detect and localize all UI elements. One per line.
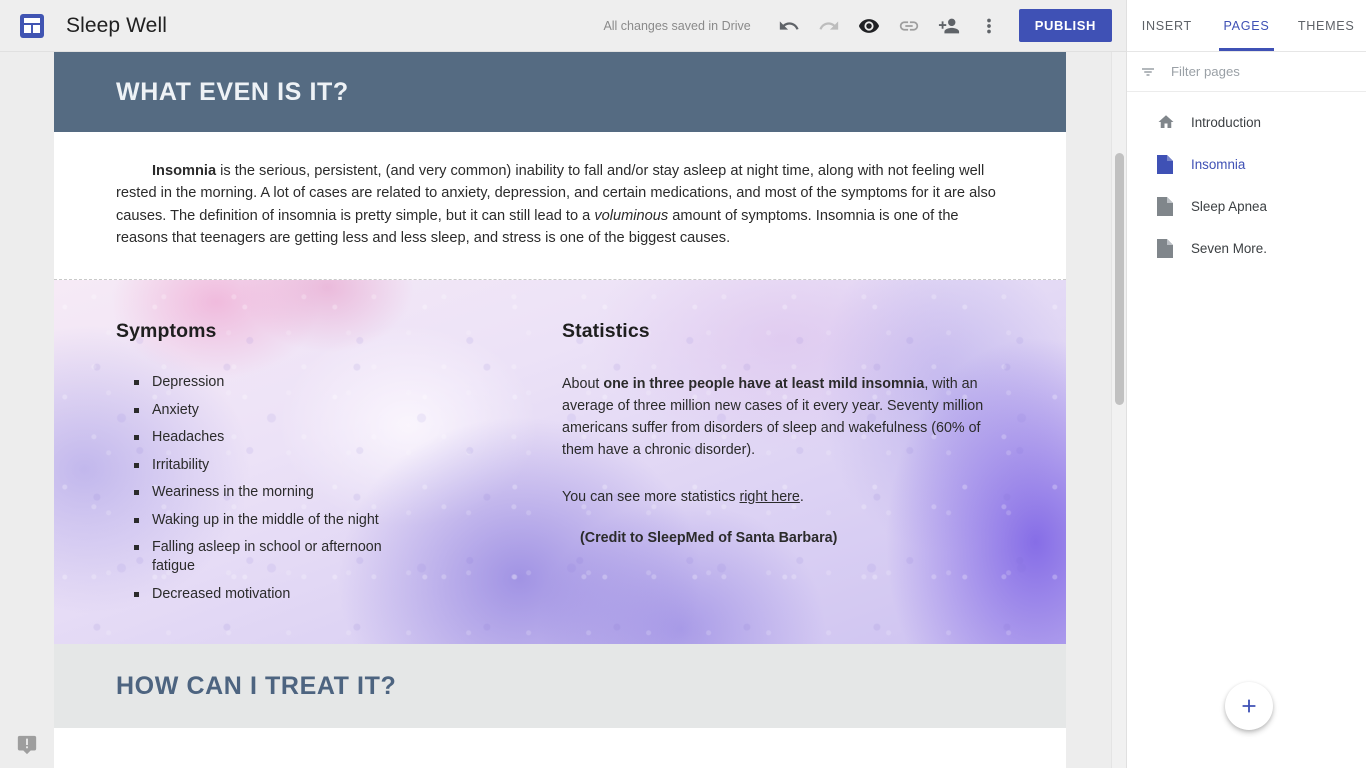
more-vert-icon bbox=[986, 18, 991, 33]
tab-insert[interactable]: INSERT bbox=[1127, 0, 1207, 51]
pages-list: Introduction Insomnia Sleep Apnea Seven … bbox=[1127, 92, 1366, 269]
right-side-panel: INSERT PAGES THEMES Introduction Insomni… bbox=[1126, 0, 1366, 768]
filter-pages-input[interactable] bbox=[1171, 64, 1341, 79]
statistics-paragraph-2: You can see more statistics right here. bbox=[562, 486, 992, 508]
statistics-heading: Statistics bbox=[562, 320, 650, 343]
add-page-fab[interactable] bbox=[1225, 682, 1273, 730]
preview-button[interactable] bbox=[849, 6, 889, 46]
link-icon bbox=[899, 20, 918, 31]
send-feedback-button[interactable] bbox=[0, 722, 54, 768]
more-options-button[interactable] bbox=[969, 6, 1009, 46]
canvas-scrollbar-thumb[interactable] bbox=[1115, 153, 1124, 405]
canvas-scrollbar[interactable] bbox=[1111, 52, 1126, 768]
tab-pages[interactable]: PAGES bbox=[1207, 0, 1287, 51]
stat-p2-suffix: . bbox=[799, 489, 804, 506]
eye-icon bbox=[858, 18, 879, 33]
copy-link-button[interactable] bbox=[889, 6, 929, 46]
two-column-layout: Symptoms Depression Anxiety Headaches Ir… bbox=[54, 280, 1066, 612]
redo-button[interactable] bbox=[809, 6, 849, 46]
filter-icon bbox=[1142, 67, 1154, 76]
intro-lead-bold: Insomnia bbox=[152, 163, 217, 179]
report-feedback-icon bbox=[17, 735, 37, 755]
intro-paragraph: Insomnia is the serious, persistent, (an… bbox=[116, 160, 996, 249]
stat-p1-bold: one in three people have at least mild i… bbox=[603, 376, 925, 393]
list-item: Falling asleep in school or afternoon fa… bbox=[134, 538, 384, 576]
list-item: Irritability bbox=[134, 456, 384, 475]
banner-what-title: WHAT EVEN IS IT? bbox=[116, 77, 349, 106]
sidebar-item-label: Seven More. bbox=[1191, 240, 1267, 256]
list-item: Weariness in the morning bbox=[134, 483, 384, 502]
page-title[interactable]: Sleep Well bbox=[66, 14, 167, 38]
page-icon bbox=[1157, 238, 1177, 258]
save-status-text: All changes saved in Drive bbox=[603, 18, 751, 33]
banner-treat-title: HOW CAN I TREAT IT? bbox=[116, 671, 397, 700]
section-banner-how-can-i-treat-it: HOW CAN I TREAT IT? bbox=[54, 644, 1066, 729]
list-item: Headaches bbox=[134, 428, 384, 447]
statistics-column: Statistics About one in three people hav… bbox=[562, 320, 992, 612]
statistics-credit: (Credit to SleepMed of Santa Barbara) bbox=[580, 530, 838, 547]
list-item: Decreased motivation bbox=[134, 585, 384, 604]
tab-themes[interactable]: THEMES bbox=[1286, 0, 1366, 51]
undo-button[interactable] bbox=[769, 6, 809, 46]
intro-section: Insomnia is the serious, persistent, (an… bbox=[54, 132, 1066, 281]
sidebar-item-sleep-apnea[interactable]: Sleep Apnea bbox=[1127, 185, 1366, 227]
list-item: Depression bbox=[134, 373, 384, 392]
panel-tab-bar: INSERT PAGES THEMES bbox=[1127, 0, 1366, 52]
intro-italic: voluminous bbox=[594, 207, 669, 224]
section-banner-what-even-is-it: WHAT EVEN IS IT? bbox=[54, 52, 1066, 132]
page-icon bbox=[1157, 196, 1177, 216]
plus-icon bbox=[1242, 699, 1256, 713]
symptoms-list: Depression Anxiety Headaches Irritabilit… bbox=[134, 373, 562, 604]
sidebar-item-label: Introduction bbox=[1191, 114, 1261, 130]
right-here-link[interactable]: right here bbox=[739, 489, 799, 505]
statistics-paragraph-1: About one in three people have at least … bbox=[562, 373, 992, 461]
page-icon bbox=[1157, 154, 1177, 174]
symptoms-column: Symptoms Depression Anxiety Headaches Ir… bbox=[116, 320, 562, 612]
document-canvas: WHAT EVEN IS IT? Insomnia is the serious… bbox=[0, 52, 1126, 768]
list-item: Waking up in the middle of the night bbox=[134, 511, 384, 530]
google-sites-logo-icon[interactable] bbox=[20, 13, 44, 38]
share-button[interactable] bbox=[929, 6, 969, 46]
filter-pages-row bbox=[1127, 52, 1366, 92]
sidebar-item-introduction[interactable]: Introduction bbox=[1127, 101, 1366, 143]
redo-icon bbox=[819, 20, 838, 30]
stat-p1-prefix: About bbox=[562, 376, 604, 393]
publish-button[interactable]: PUBLISH bbox=[1018, 9, 1112, 42]
sidebar-item-label: Insomnia bbox=[1191, 156, 1246, 172]
app-header: Sleep Well All changes saved in Drive PU… bbox=[0, 0, 1126, 52]
page-tail bbox=[54, 728, 1066, 768]
symptoms-heading: Symptoms bbox=[116, 320, 217, 343]
sidebar-item-label: Sleep Apnea bbox=[1191, 198, 1267, 214]
stat-p2-prefix: You can see more statistics bbox=[562, 489, 740, 506]
sidebar-item-insomnia[interactable]: Insomnia bbox=[1127, 143, 1366, 185]
undo-icon bbox=[779, 20, 799, 30]
site-page: WHAT EVEN IS IT? Insomnia is the serious… bbox=[54, 52, 1066, 768]
watercolor-section: Symptoms Depression Anxiety Headaches Ir… bbox=[54, 280, 1066, 645]
sidebar-item-seven-more[interactable]: Seven More. bbox=[1127, 227, 1366, 269]
person-add-icon bbox=[938, 18, 959, 33]
list-item: Anxiety bbox=[134, 401, 384, 420]
home-icon bbox=[1157, 113, 1177, 131]
